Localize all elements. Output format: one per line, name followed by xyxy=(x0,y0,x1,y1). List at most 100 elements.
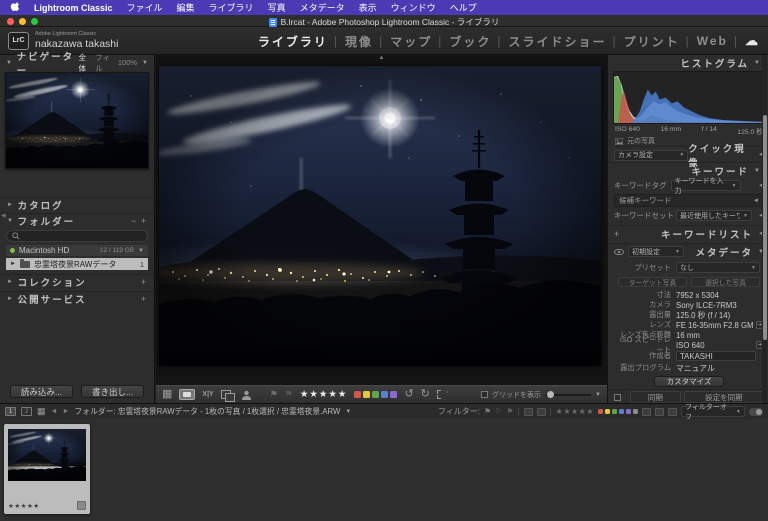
menu-edit[interactable]: 編集 xyxy=(170,1,202,14)
filter-power-switch[interactable] xyxy=(749,408,763,416)
histogram-header[interactable]: ヒストグラム ▼ xyxy=(680,55,760,70)
filter-off-dropdown[interactable]: フィルターオフ▼ xyxy=(681,406,745,417)
back-arrow-icon[interactable]: ◄ xyxy=(51,408,58,415)
module-develop[interactable]: 現像 xyxy=(339,33,379,50)
zoom-slider[interactable] xyxy=(545,394,591,396)
zoom-slider-knob[interactable] xyxy=(547,391,554,398)
module-slideshow[interactable]: スライドショー xyxy=(502,33,612,50)
publish-panel-header[interactable]: ► 公開サービス + xyxy=(0,291,154,306)
source-menu-icon[interactable]: ▼ xyxy=(345,409,351,415)
filter-pick-flag-icon[interactable]: ⚑ xyxy=(484,407,491,416)
purple-label-chip[interactable] xyxy=(390,391,397,398)
second-monitor-icon[interactable]: 2 xyxy=(21,407,32,416)
navigator-header[interactable]: ▼ ナビゲーター 全体 フィル 100% ▼ xyxy=(0,55,154,70)
folders-panel-header[interactable]: ▼ フォルダー − + xyxy=(0,213,154,227)
export-button[interactable]: 書き出し... xyxy=(81,385,144,398)
zoom-100[interactable]: 100% xyxy=(118,58,137,67)
menu-help[interactable]: ヘルプ xyxy=(443,1,484,14)
filter-gray-chip[interactable] xyxy=(633,409,638,414)
histogram-chart[interactable] xyxy=(613,71,764,124)
grid-shortcut-icon[interactable]: ▦ xyxy=(37,407,46,416)
filmstrip-source-info[interactable]: フォルダー: 忠霊塔夜景RAWデータ - 1枚の写真 / 1枚選択 / 忠霊塔夜… xyxy=(74,406,340,417)
thumbnail-star-rating[interactable]: ★★★★★ xyxy=(8,502,40,510)
rotate-left-icon[interactable]: ↺ xyxy=(404,389,413,400)
folder-search-input[interactable] xyxy=(6,230,148,242)
zoom-fit[interactable]: 全体 xyxy=(78,52,90,74)
pick-flag-icon[interactable]: ⚑ xyxy=(270,389,278,400)
scrollbar-track[interactable] xyxy=(762,55,767,403)
saved-preset-dropdown[interactable]: カメラ設定▼ xyxy=(614,150,688,161)
grid-view-icon[interactable]: ▦ xyxy=(162,389,172,400)
sync-button[interactable]: 同期 xyxy=(630,391,681,403)
reject-flag-icon[interactable]: ⚑ xyxy=(285,389,293,400)
metadata-header[interactable]: メタデータ ▼ xyxy=(696,244,764,259)
filter-color-chips[interactable] xyxy=(598,409,638,414)
keyword-list-header[interactable]: キーワードリスト ◄ xyxy=(661,226,764,241)
filter-star-rating[interactable]: ★★★★★ xyxy=(556,407,594,416)
filter-preset-button-2[interactable] xyxy=(655,408,664,416)
top-panel-collapse-icon[interactable]: ▲ xyxy=(379,55,385,61)
add-collection-button[interactable]: + xyxy=(141,277,147,287)
filter-preset-button-3[interactable] xyxy=(668,408,677,416)
blue-label-chip[interactable] xyxy=(381,391,388,398)
survey-view-icon[interactable] xyxy=(221,390,234,400)
volume-chevron-icon[interactable]: ▼ xyxy=(138,248,144,254)
star-rating[interactable]: ★★★★★ xyxy=(300,389,348,400)
cloud-sync-icon[interactable]: ☁ xyxy=(745,33,758,49)
remove-folder-button[interactable]: − xyxy=(131,216,137,226)
rotate-right-icon[interactable]: ↻ xyxy=(421,389,430,400)
grid-overlay-checkbox[interactable] xyxy=(481,391,488,398)
creator-field[interactable]: TAKASHI xyxy=(676,351,756,361)
forward-arrow-icon[interactable]: ► xyxy=(62,408,69,415)
eye-icon[interactable] xyxy=(614,249,624,255)
quick-develop-header[interactable]: クイック現像 ◄ xyxy=(688,148,764,163)
module-book[interactable]: ブック xyxy=(443,33,497,50)
navigator-preview[interactable] xyxy=(5,72,149,169)
filter-preset-button-1[interactable] xyxy=(642,408,651,416)
metadata-view-dropdown[interactable]: 初期設定▼ xyxy=(628,246,684,257)
chevron-right-icon[interactable]: ► xyxy=(10,261,16,267)
filter-edit-icon[interactable] xyxy=(524,408,533,416)
module-print[interactable]: プリント xyxy=(618,33,686,50)
add-folder-button[interactable]: + xyxy=(141,216,147,226)
loupe-view-icon[interactable] xyxy=(179,389,195,400)
yellow-label-chip[interactable] xyxy=(363,391,370,398)
navigate-frame-icon[interactable] xyxy=(437,390,448,399)
volume-row[interactable]: Macintosh HD 12 / 119 GB ▼ xyxy=(6,245,148,256)
zoom-menu-icon[interactable]: ▼ xyxy=(142,60,148,66)
menu-file[interactable]: ファイル xyxy=(120,1,170,14)
filter-red-chip[interactable] xyxy=(598,409,603,414)
autosync-toggle[interactable] xyxy=(614,394,621,401)
menu-view[interactable]: 表示 xyxy=(352,1,384,14)
green-label-chip[interactable] xyxy=(372,391,379,398)
add-publish-button[interactable]: + xyxy=(141,294,147,304)
import-button[interactable]: 読み込み... xyxy=(10,385,73,398)
filter-yellow-chip[interactable] xyxy=(605,409,610,414)
menu-metadata[interactable]: メタデータ xyxy=(293,1,352,14)
filter-crop-icon[interactable] xyxy=(537,408,546,416)
people-view-icon[interactable] xyxy=(241,390,252,400)
toolbar-options-icon[interactable]: ▼ xyxy=(595,392,601,398)
zoom-fill[interactable]: フィル xyxy=(95,52,113,74)
add-keyword-button[interactable]: + xyxy=(614,229,619,239)
metadata-preset-dropdown[interactable]: なし▼ xyxy=(676,262,760,273)
menu-app[interactable]: Lightroom Classic xyxy=(27,3,120,13)
thumbnail-badge-icon[interactable] xyxy=(77,501,86,510)
filter-blue-chip[interactable] xyxy=(619,409,624,414)
filter-green-chip[interactable] xyxy=(612,409,617,414)
module-web[interactable]: Web xyxy=(691,34,734,48)
apple-icon[interactable] xyxy=(10,2,19,13)
folder-row-selected[interactable]: ► 忠霊塔夜景RAWデータ 1 xyxy=(6,258,148,270)
filter-reject-flag-icon[interactable]: ⚑ xyxy=(506,407,513,416)
selected-photos-button[interactable]: 選択した写真 xyxy=(691,277,760,287)
collections-panel-header[interactable]: ► コレクション + xyxy=(0,274,154,289)
menu-library[interactable]: ライブラリ xyxy=(202,1,261,14)
filter-purple-chip[interactable] xyxy=(626,409,631,414)
scrollbar-thumb[interactable] xyxy=(763,115,767,340)
left-panel-collapse-icon[interactable]: ◀ xyxy=(1,212,6,219)
module-map[interactable]: マップ xyxy=(384,33,438,50)
catalog-panel-header[interactable]: ► カタログ xyxy=(0,197,154,211)
chevron-left-icon[interactable]: ◄ xyxy=(753,198,759,204)
loupe-photo[interactable] xyxy=(159,66,601,366)
menu-photo[interactable]: 写真 xyxy=(261,1,293,14)
